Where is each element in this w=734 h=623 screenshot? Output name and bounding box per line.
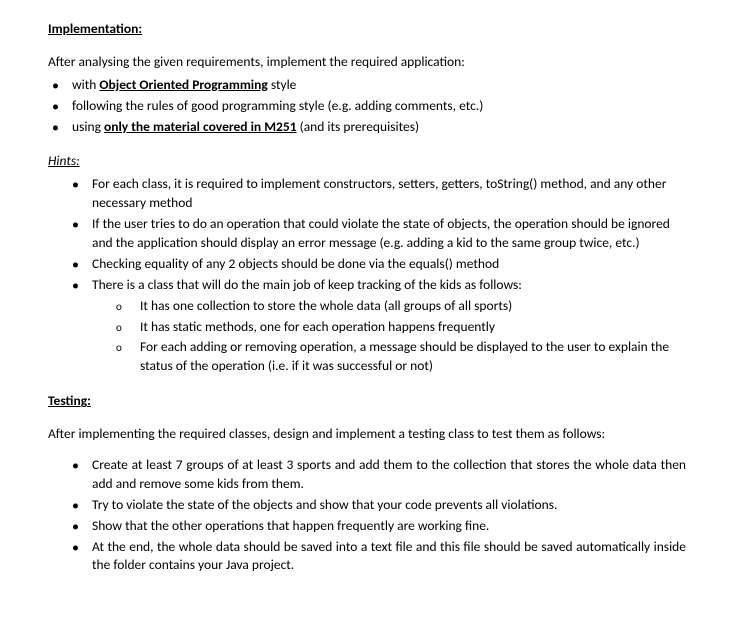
testing-item: Show that the other operations that happ…	[48, 517, 686, 536]
text-suffix: (and its prerequisites)	[297, 118, 420, 135]
hints-subitem: For each adding or removing operation, a…	[92, 338, 686, 376]
hints-section: Hints: For each class, it is required to…	[48, 152, 686, 376]
hints-item: Checking equality of any 2 objects shoul…	[48, 255, 686, 274]
hints-item: There is a class that will do the main j…	[48, 276, 686, 376]
testing-item: Try to violate the state of the objects …	[48, 496, 686, 515]
text-prefix: with	[72, 76, 99, 93]
implementation-item: using only the material covered in M251 …	[48, 118, 686, 137]
hints-subitem: It has static methods, one for each oper…	[92, 318, 686, 337]
hints-item: If the user tries to do an operation tha…	[48, 215, 686, 253]
testing-heading: Testing:	[48, 392, 686, 411]
text-suffix: style	[268, 76, 297, 93]
text-prefix: using	[72, 118, 104, 135]
testing-list: Create at least 7 groups of at least 3 s…	[48, 456, 686, 575]
testing-item: Create at least 7 groups of at least 3 s…	[48, 456, 686, 494]
text-bold: Object Oriented Programming	[99, 76, 267, 93]
hints-item: For each class, it is required to implem…	[48, 175, 686, 213]
hints-heading: Hints:	[48, 152, 686, 171]
hints-item-text: There is a class that will do the main j…	[92, 276, 522, 293]
text-bold: only the material covered in M251	[104, 118, 297, 135]
implementation-list: with Object Oriented Programming style f…	[48, 76, 686, 137]
hints-sublist: It has one collection to store the whole…	[92, 297, 686, 377]
implementation-item: with Object Oriented Programming style	[48, 76, 686, 95]
implementation-intro: After analysing the given requirements, …	[48, 53, 686, 72]
testing-section: Testing: After implementing the required…	[48, 392, 686, 575]
testing-intro: After implementing the required classes,…	[48, 425, 686, 444]
implementation-item: following the rules of good programming …	[48, 97, 686, 116]
implementation-heading: Implementation:	[48, 20, 686, 39]
hints-subitem: It has one collection to store the whole…	[92, 297, 686, 316]
hints-list: For each class, it is required to implem…	[48, 175, 686, 376]
implementation-section: Implementation: After analysing the give…	[48, 20, 686, 136]
testing-item: At the end, the whole data should be sav…	[48, 538, 686, 576]
